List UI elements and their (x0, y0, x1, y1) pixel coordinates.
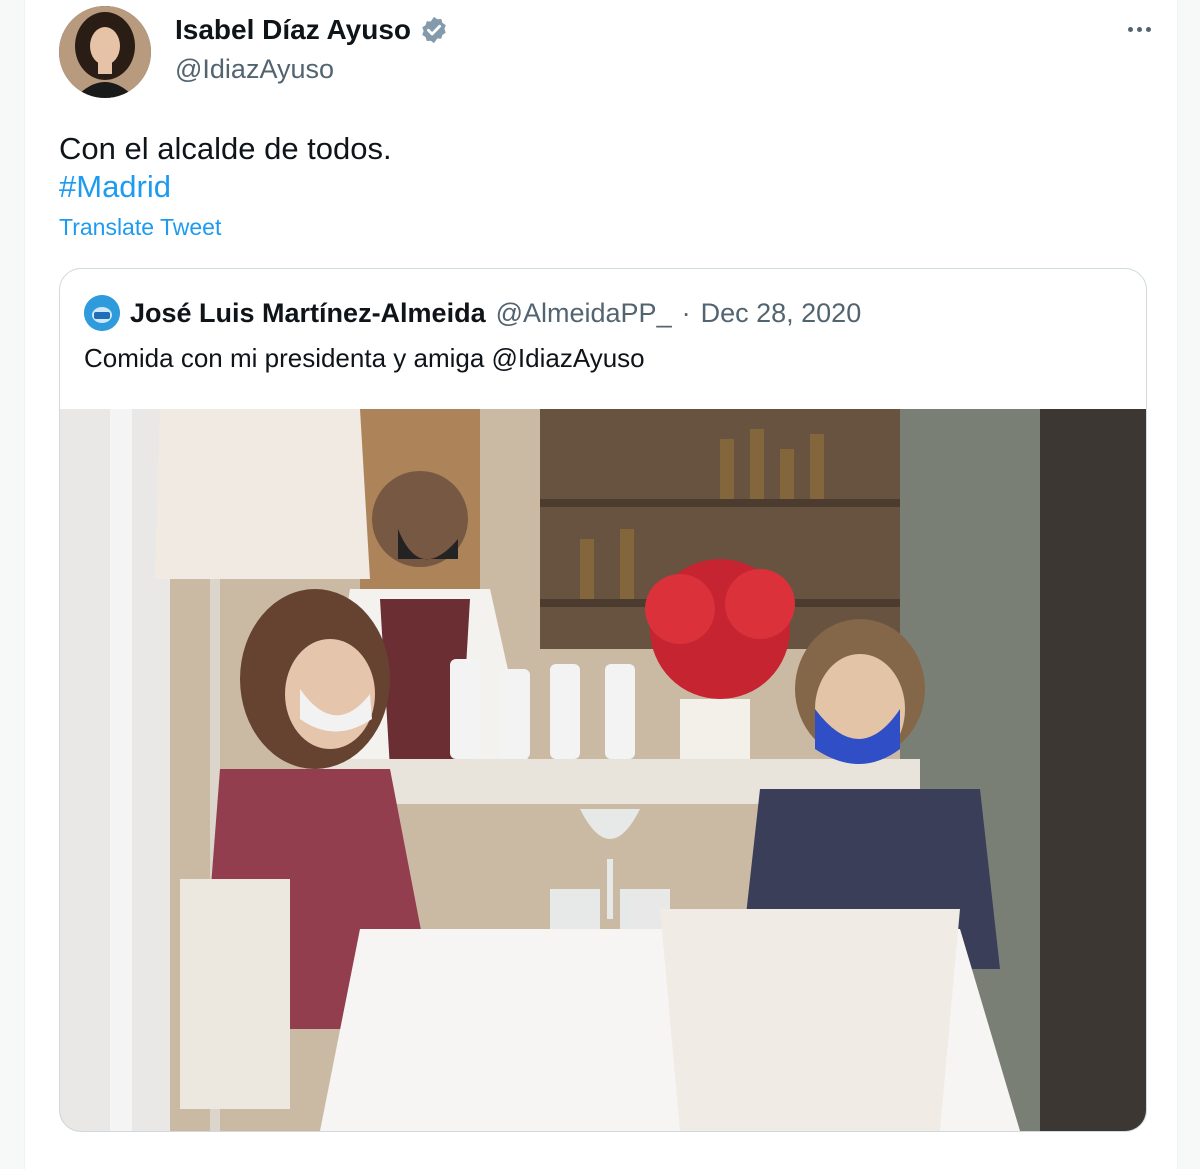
quoted-author-handle: @AlmeidaPP_ (495, 297, 672, 328)
more-dot (1145, 26, 1151, 32)
author-name-text: Isabel Díaz Ayuso (175, 14, 412, 45)
tweet-text: Con el alcalde de todos. #Madrid (59, 130, 392, 206)
quoted-tweet[interactable]: José Luis Martínez-Almeida @AlmeidaPP_ ·… (59, 268, 1147, 1132)
quoted-date: Dec 28, 2020 (700, 297, 862, 328)
restaurant-photo[interactable] (60, 409, 1146, 1131)
more-dot (1136, 26, 1142, 32)
quoted-author-avatar (84, 295, 120, 331)
quoted-tweet-header: José Luis Martínez-Almeida @AlmeidaPP_ ·… (84, 295, 861, 331)
author-avatar[interactable] (59, 6, 151, 98)
tweet-card: Isabel Díaz Ayuso @IdiazAyuso Con el alc… (24, 0, 1178, 1169)
tweet-text-line: Con el alcalde de todos. (59, 131, 392, 166)
quoted-author-name: José Luis Martínez-Almeida (130, 297, 486, 328)
translate-tweet-link[interactable]: Translate Tweet (59, 214, 221, 241)
separator-dot: · (681, 297, 691, 328)
author-handle[interactable]: @IdiazAyuso (175, 54, 334, 85)
more-icon[interactable] (1119, 14, 1159, 44)
quoted-tweet-text: Comida con mi presidenta y amiga @IdiazA… (84, 343, 645, 373)
verified-badge-icon (419, 15, 449, 45)
author-name[interactable]: Isabel Díaz Ayuso (175, 14, 449, 46)
hashtag-link[interactable]: #Madrid (59, 168, 392, 206)
more-dot (1127, 26, 1133, 32)
